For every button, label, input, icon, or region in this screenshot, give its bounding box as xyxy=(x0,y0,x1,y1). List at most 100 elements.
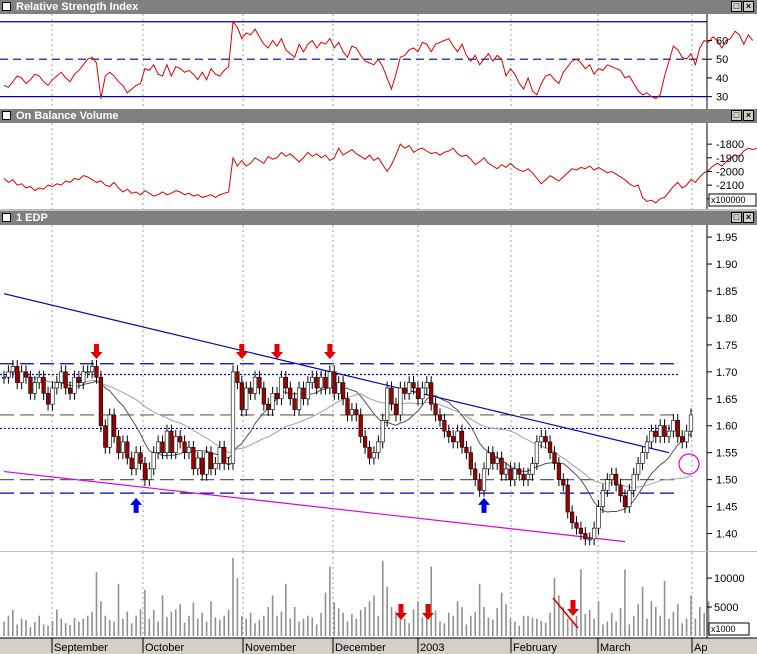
candle-body xyxy=(10,366,15,373)
obv-maximize-button[interactable]: □ xyxy=(731,110,742,121)
candle-body xyxy=(125,441,130,459)
candle-body xyxy=(85,371,90,374)
candle-body xyxy=(473,468,478,480)
y-tick-label: 1.45 xyxy=(716,502,737,514)
candle-body xyxy=(296,387,302,410)
y-tick-label: 1.75 xyxy=(716,340,737,352)
candle-body xyxy=(358,414,363,437)
month-label: October xyxy=(145,642,184,654)
candle-body xyxy=(596,506,601,529)
candle-body xyxy=(323,376,328,389)
candle-body xyxy=(495,457,500,464)
candle-body xyxy=(662,425,667,437)
y-tick-label: 5000 xyxy=(714,602,738,614)
candle-body xyxy=(459,430,465,448)
rsi-close-button[interactable]: × xyxy=(743,1,754,12)
candle-body xyxy=(521,473,526,480)
candle-body xyxy=(684,430,689,443)
y-tick-label: 10000 xyxy=(714,573,745,585)
y-tick-label: 1.50 xyxy=(716,475,737,487)
candle-body xyxy=(517,468,522,475)
candle-body xyxy=(398,387,403,416)
price-chart: 1.95 1.90 1.85 1.80 1.75 1.70 1.65 1.60 1.55 1.50… xyxy=(0,225,757,551)
candle-body xyxy=(332,371,337,394)
candle-body xyxy=(244,387,249,410)
candle-body xyxy=(569,511,575,524)
candle-body xyxy=(631,473,636,491)
candle-body xyxy=(191,446,196,470)
candle-body xyxy=(609,473,614,480)
y-tick-label: -2100 xyxy=(716,180,744,192)
candle-body xyxy=(252,376,258,394)
candle-body xyxy=(59,371,64,383)
candle-body xyxy=(451,436,456,443)
candle-body xyxy=(371,452,377,459)
month-label: March xyxy=(600,642,631,654)
candle-body xyxy=(50,387,55,405)
candle-body xyxy=(160,441,165,453)
candle-body xyxy=(1,376,7,379)
y-tick-label: 1.70 xyxy=(716,367,737,379)
candle-body xyxy=(178,436,183,443)
candle-body xyxy=(279,376,284,400)
candle-body xyxy=(367,446,372,459)
candle-body xyxy=(15,366,20,383)
obv-pane-titlebar: On Balance Volume □ × xyxy=(0,109,757,123)
candle-body xyxy=(217,446,222,464)
candle-body xyxy=(464,446,469,453)
price-maximize-button[interactable]: □ xyxy=(731,212,742,223)
month-label: February xyxy=(513,642,558,654)
candle-body xyxy=(420,387,425,400)
candle-body xyxy=(385,387,390,421)
candle-body xyxy=(666,430,672,437)
candle-body xyxy=(186,446,192,453)
price-close-button[interactable]: × xyxy=(743,212,754,223)
candle-body xyxy=(534,441,539,464)
pane-system-box-icon[interactable] xyxy=(2,213,11,222)
price-pane-title: 1 EDP xyxy=(16,212,48,224)
candle-body xyxy=(512,468,517,480)
candle-body xyxy=(19,371,24,383)
candle-body xyxy=(6,371,11,378)
rsi-chart: 30 40 50 60 xyxy=(0,14,757,110)
candle-body xyxy=(28,376,33,394)
obv-close-button[interactable]: × xyxy=(743,110,754,121)
candle-body xyxy=(583,533,588,540)
candle-body xyxy=(622,495,628,507)
candle-body xyxy=(363,436,368,448)
candle-body xyxy=(653,430,658,437)
rsi-maximize-button[interactable]: □ xyxy=(731,1,742,12)
candle-body xyxy=(318,376,324,389)
candle-body xyxy=(314,376,319,389)
price-pane-titlebar: 1 EDP □ × xyxy=(0,211,757,225)
candle-body xyxy=(376,441,381,453)
candle-body xyxy=(72,376,77,394)
candle-body xyxy=(270,393,275,410)
pane-system-box-icon[interactable] xyxy=(2,111,11,120)
candle-body xyxy=(169,430,174,453)
y-tick-label: 30 xyxy=(716,92,728,104)
candle-body xyxy=(574,522,579,529)
candle-body xyxy=(151,452,156,470)
candle-body xyxy=(525,473,531,480)
candle-body xyxy=(292,398,297,410)
candle-body xyxy=(503,468,509,475)
candle-body xyxy=(345,398,350,416)
candle-body xyxy=(486,452,491,470)
candle-body xyxy=(429,382,434,405)
pane-system-box-icon[interactable] xyxy=(2,2,11,11)
candle-body xyxy=(230,371,236,464)
volume-chart: 10000 5000 x1000 September October November De… xyxy=(0,552,757,654)
candle-body xyxy=(446,430,451,437)
candle-body xyxy=(627,490,632,507)
candle-body xyxy=(239,382,244,410)
obv-multiplier: x100000 xyxy=(711,195,746,205)
candle-body xyxy=(310,376,315,383)
candle-body xyxy=(120,441,126,453)
candle-body xyxy=(89,366,95,373)
candle-body xyxy=(640,452,645,464)
candle-body xyxy=(274,393,280,400)
candle-body xyxy=(200,457,205,475)
candle-body xyxy=(182,441,187,453)
candle-body xyxy=(327,371,332,389)
